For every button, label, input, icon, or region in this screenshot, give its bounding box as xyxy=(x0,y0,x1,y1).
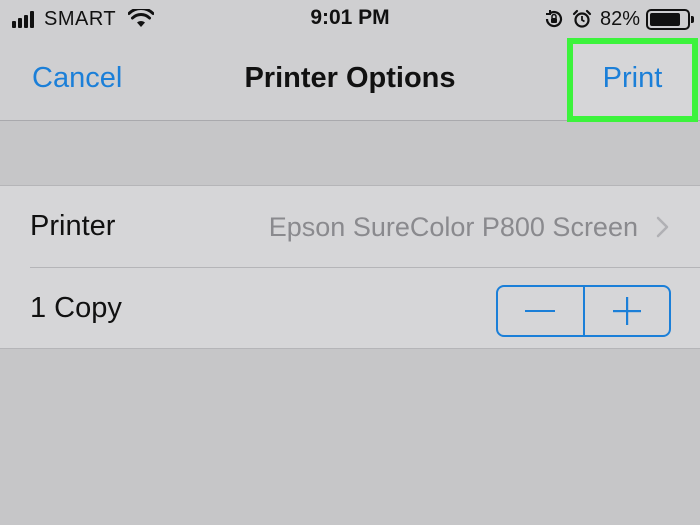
orientation-lock-icon xyxy=(545,10,563,28)
printer-row[interactable]: Printer Epson SureColor P800 Screen xyxy=(0,186,700,268)
decrement-button[interactable] xyxy=(498,287,583,335)
status-right: 82% xyxy=(544,6,694,32)
printer-label: Printer xyxy=(30,210,116,242)
plus-icon xyxy=(612,297,641,325)
screen: SMART 9:01 PM 82% Cancel Printer Options… xyxy=(0,0,700,525)
chevron-right-icon xyxy=(656,216,669,238)
printer-value: Epson SureColor P800 Screen xyxy=(268,212,638,242)
battery-fill xyxy=(650,12,680,26)
alarm-icon xyxy=(572,9,592,28)
increment-button[interactable] xyxy=(585,287,670,335)
status-bar: SMART 9:01 PM 82% xyxy=(0,0,700,38)
minus-icon xyxy=(525,310,556,312)
copies-row: 1 Copy xyxy=(0,268,700,350)
copies-stepper xyxy=(496,285,671,337)
nav-bar: Cancel Printer Options Print xyxy=(0,38,700,122)
battery-tip xyxy=(691,15,694,23)
print-button-highlight: Print xyxy=(567,38,698,122)
print-button[interactable]: Print xyxy=(573,62,692,95)
printer-options-list: Printer Epson SureColor P800 Screen 1 Co… xyxy=(0,185,700,349)
battery-icon xyxy=(646,8,694,30)
copies-label: 1 Copy xyxy=(30,292,122,324)
battery-percent: 82% xyxy=(599,7,640,30)
